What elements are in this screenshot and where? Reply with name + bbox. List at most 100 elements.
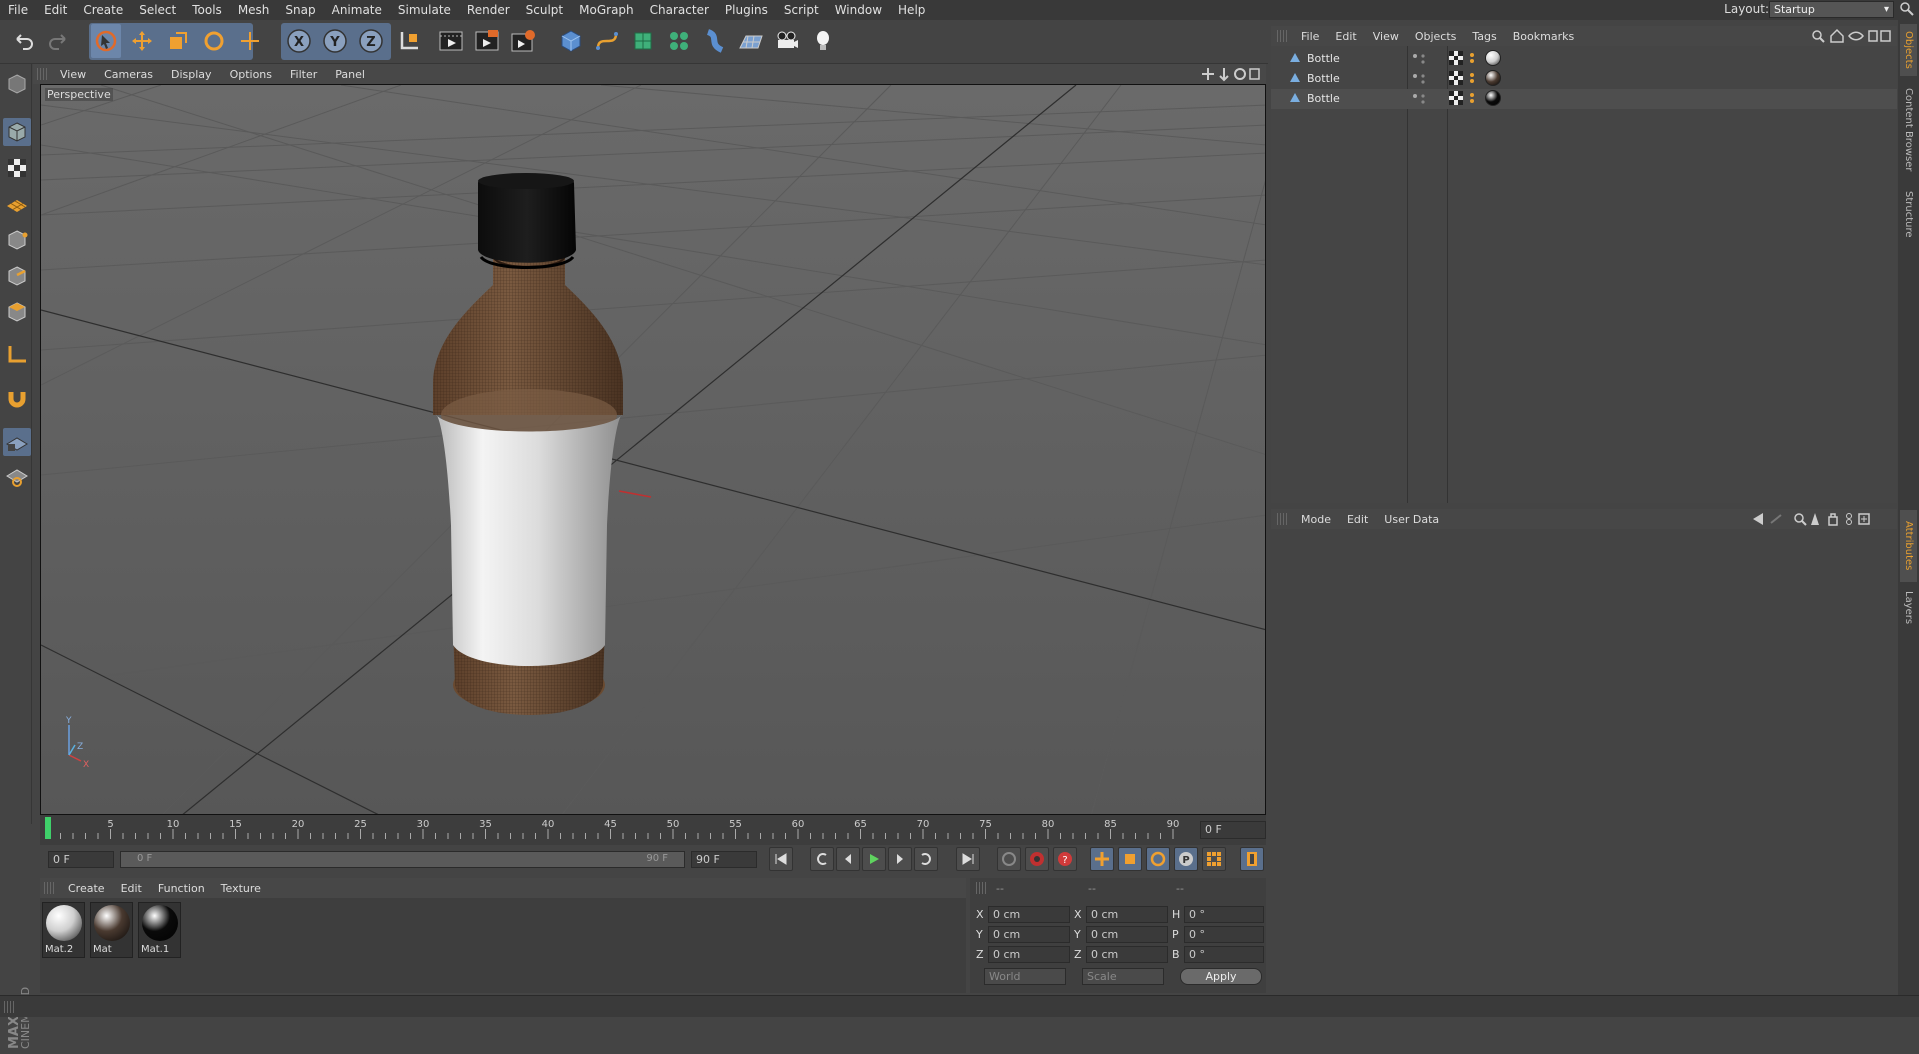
material-swatch[interactable]: Mat.2 xyxy=(42,902,85,958)
panel-grip[interactable] xyxy=(976,882,986,894)
go-to-end-icon[interactable] xyxy=(956,847,980,871)
menu-mograph[interactable]: MoGraph xyxy=(571,0,642,20)
apply-button[interactable]: Apply xyxy=(1180,968,1262,985)
solo-icon[interactable] xyxy=(3,462,31,490)
tab-content-browser[interactable]: Content Browser xyxy=(1900,80,1917,180)
scale-icon[interactable] xyxy=(163,24,193,58)
current-frame-field[interactable]: 0 F xyxy=(1200,821,1266,839)
tab-structure[interactable]: Structure xyxy=(1900,184,1917,244)
menu-mesh[interactable]: Mesh xyxy=(230,0,278,20)
render-picture-viewer-icon[interactable] xyxy=(472,24,502,58)
camera-icon[interactable] xyxy=(772,24,802,58)
model-mode-icon[interactable] xyxy=(3,118,31,146)
object-manager-tools[interactable] xyxy=(1811,28,1891,44)
menu-animate[interactable]: Animate xyxy=(324,0,390,20)
phong-tag-icon[interactable] xyxy=(1467,91,1477,105)
viewport-menu-display[interactable]: Display xyxy=(162,68,221,81)
texture-tag-icon[interactable] xyxy=(1449,71,1463,85)
tab-objects[interactable]: Objects xyxy=(1900,24,1917,76)
axis-mode-icon[interactable] xyxy=(3,340,31,368)
timeline-ruler[interactable]: 051015202530354045505560657075808590 xyxy=(40,815,1266,845)
menu-simulate[interactable]: Simulate xyxy=(390,0,459,20)
next-key-icon[interactable] xyxy=(914,847,938,871)
menu-script[interactable]: Script xyxy=(776,0,827,20)
attribute-manager-tools[interactable] xyxy=(1751,511,1891,527)
attribute-menu-user-data[interactable]: User Data xyxy=(1376,513,1447,526)
texture-mode-icon[interactable] xyxy=(3,154,31,182)
viewport-camera-label[interactable]: Perspective xyxy=(45,88,113,101)
light-icon[interactable] xyxy=(808,24,838,58)
panel-grip[interactable] xyxy=(4,1001,14,1013)
viewport-menu-panel[interactable]: Panel xyxy=(326,68,374,81)
perspective-viewport[interactable]: Y Z X Perspective xyxy=(40,84,1266,815)
menu-snap[interactable]: Snap xyxy=(277,0,323,20)
menu-character[interactable]: Character xyxy=(642,0,717,20)
visibility-dots-icon[interactable] xyxy=(1411,93,1427,105)
subdivision-icon[interactable] xyxy=(628,24,658,58)
autokey-icon[interactable] xyxy=(1025,847,1049,871)
rotation-b-field[interactable]: 0 ° xyxy=(1184,946,1264,963)
object-menu-tags[interactable]: Tags xyxy=(1464,30,1504,43)
layout-select[interactable]: Startup xyxy=(1769,1,1894,18)
attribute-menu-mode[interactable]: Mode xyxy=(1293,513,1339,526)
viewport-menu-view[interactable]: View xyxy=(51,68,95,81)
object-menu-edit[interactable]: Edit xyxy=(1327,30,1364,43)
render-settings-icon[interactable] xyxy=(508,24,538,58)
spline-pen-icon[interactable] xyxy=(592,24,622,58)
x-axis-lock-icon[interactable]: X xyxy=(284,24,314,58)
menu-render[interactable]: Render xyxy=(459,0,518,20)
previous-key-icon[interactable] xyxy=(810,847,834,871)
size-mode-select[interactable]: Scale xyxy=(1082,968,1164,985)
deformer-icon[interactable] xyxy=(700,24,730,58)
magnet-icon[interactable] xyxy=(3,384,31,412)
cloner-icon[interactable] xyxy=(664,24,694,58)
position-z-field[interactable]: 0 cm xyxy=(988,946,1070,963)
search-icon[interactable] xyxy=(1899,1,1915,17)
panel-grip[interactable] xyxy=(44,882,54,894)
z-axis-lock-icon[interactable]: Z xyxy=(356,24,386,58)
menu-file[interactable]: File xyxy=(0,0,36,20)
object-row[interactable]: Bottle xyxy=(1271,69,1897,89)
material-tag-icon[interactable] xyxy=(1485,50,1501,66)
polygons-mode-icon[interactable] xyxy=(3,298,31,326)
texture-tag-icon[interactable] xyxy=(1449,91,1463,105)
menu-window[interactable]: Window xyxy=(827,0,890,20)
key-parameter-icon[interactable]: P xyxy=(1174,847,1198,871)
menu-tools[interactable]: Tools xyxy=(184,0,230,20)
size-z-field[interactable]: 0 cm xyxy=(1086,946,1168,963)
material-menu-create[interactable]: Create xyxy=(60,882,113,895)
object-row[interactable]: Bottle xyxy=(1271,89,1897,109)
panel-grip[interactable] xyxy=(1277,30,1287,42)
position-x-field[interactable]: 0 cm xyxy=(988,906,1070,923)
redo-icon[interactable] xyxy=(44,24,74,58)
tab-layers[interactable]: Layers xyxy=(1900,586,1917,630)
attribute-menu-edit[interactable]: Edit xyxy=(1339,513,1376,526)
object-menu-view[interactable]: View xyxy=(1365,30,1407,43)
workplane-icon[interactable] xyxy=(3,190,31,218)
undo-icon[interactable] xyxy=(8,24,38,58)
coordinate-space-select[interactable]: World xyxy=(984,968,1066,985)
rotation-p-field[interactable]: 0 ° xyxy=(1184,926,1264,943)
material-tag-icon[interactable] xyxy=(1485,90,1501,106)
start-frame-field[interactable]: 0 F xyxy=(48,851,114,868)
material-menu-function[interactable]: Function xyxy=(150,882,213,895)
viewport-nav-icons[interactable] xyxy=(1200,66,1260,82)
viewport-menu-cameras[interactable]: Cameras xyxy=(95,68,162,81)
key-rotation-icon[interactable] xyxy=(1146,847,1170,871)
texture-tag-icon[interactable] xyxy=(1449,51,1463,65)
size-y-field[interactable]: 0 cm xyxy=(1086,926,1168,943)
phong-tag-icon[interactable] xyxy=(1467,51,1477,65)
edges-mode-icon[interactable] xyxy=(3,262,31,290)
material-tag-icon[interactable] xyxy=(1485,70,1501,86)
timeline-window-icon[interactable] xyxy=(1240,847,1264,871)
object-menu-objects[interactable]: Objects xyxy=(1407,30,1465,43)
panel-grip[interactable] xyxy=(37,68,47,80)
visibility-dots-icon[interactable] xyxy=(1411,73,1427,85)
snap-icon[interactable] xyxy=(3,428,31,456)
points-mode-icon[interactable] xyxy=(3,226,31,254)
object-menu-file[interactable]: File xyxy=(1293,30,1327,43)
key-pla-icon[interactable] xyxy=(1202,847,1226,871)
key-scale-icon[interactable] xyxy=(1118,847,1142,871)
previous-frame-icon[interactable] xyxy=(836,847,860,871)
frame-range-slider[interactable]: 0 F 90 F xyxy=(120,851,685,868)
